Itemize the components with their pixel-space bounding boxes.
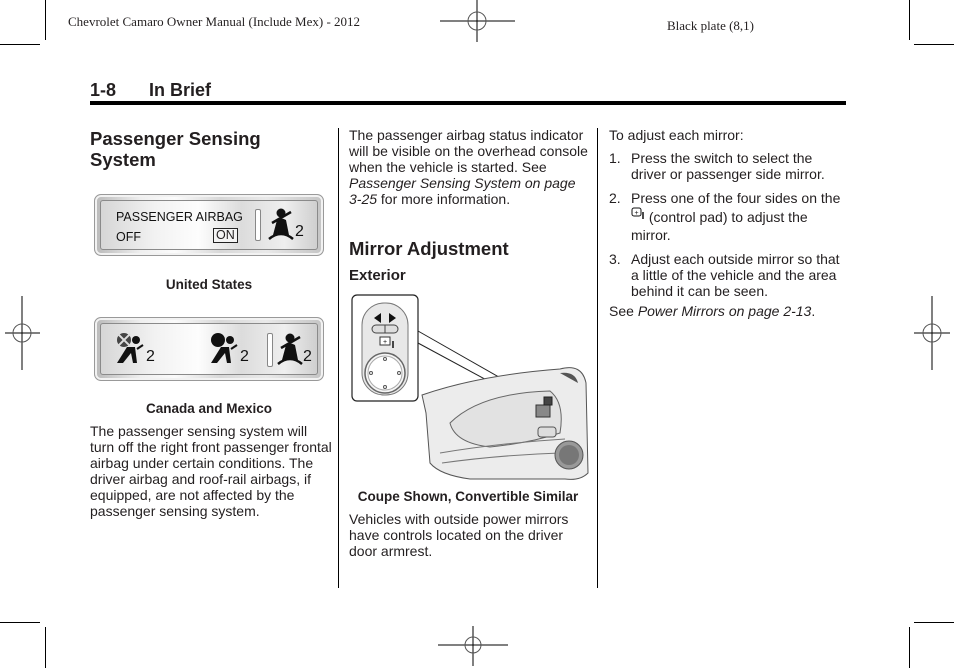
crop-mark [914, 44, 954, 45]
see-power-mirrors: See Power Mirrors on page 2-13. [609, 303, 816, 319]
airbag-status-paragraph: The passenger airbag status indicator wi… [349, 127, 589, 207]
crop-mark [45, 0, 46, 40]
passenger-sensing-body: The passenger sensing system will turn o… [90, 423, 332, 519]
heading-mirror-adjustment: Mirror Adjustment [349, 238, 509, 259]
airbag-indicator-us: PASSENGER AIRBAG OFF ON 2 [94, 194, 324, 256]
airbag-indicator-canada: 2 2 2 [94, 317, 324, 381]
seatbelt-reminder-icon [268, 208, 294, 240]
list-item: 3. Adjust each outside mirror so that a l… [609, 251, 840, 299]
control-pad-icon: + [631, 207, 644, 219]
registration-mark-bottom [438, 626, 508, 666]
caption-united-states: United States [165, 277, 253, 292]
intro-text: The passenger airbag status indicator wi… [349, 127, 588, 175]
heading-passenger-sensing: Passenger Sensing System [90, 128, 261, 170]
intro-text-end: for more information. [377, 191, 511, 207]
list-item: 1. Press the switch to select the driver … [609, 150, 825, 182]
off-label: OFF [116, 230, 141, 244]
power-mirrors-link[interactable]: Power Mirrors on page 2-13 [638, 303, 812, 319]
plate-label: Black plate (8,1) [667, 18, 754, 33]
caption-coupe-shown: Coupe Shown, Convertible Similar [357, 489, 579, 504]
svg-text:+: + [634, 210, 638, 217]
crop-mark [909, 0, 910, 40]
crop-mark [914, 622, 954, 623]
adjust-intro: To adjust each mirror: [609, 127, 744, 143]
seatbelt-reminder-icon [277, 333, 303, 365]
panel-divider [255, 209, 261, 241]
registration-mark-top [440, 0, 515, 42]
crop-mark [0, 622, 40, 623]
crop-mark [0, 44, 40, 45]
subheading-exterior: Exterior [349, 267, 406, 284]
seatbelt-suffix: 2 [303, 348, 312, 365]
registration-mark-right [914, 296, 950, 370]
column-divider [338, 128, 339, 588]
column-divider [597, 128, 598, 588]
section-rule [90, 101, 846, 105]
door-mirror-control-illustration: + [351, 294, 589, 480]
airbag-off-icon [117, 333, 144, 363]
crop-mark [45, 627, 46, 668]
caption-canada-mexico: Canada and Mexico [145, 401, 273, 416]
registration-mark-left [5, 296, 40, 370]
mirror-controls-body: Vehicles with outside power mirrors have… [349, 511, 569, 559]
passenger-airbag-label: PASSENGER AIRBAG [116, 210, 243, 224]
panel-divider [267, 333, 273, 367]
on-label: ON [213, 228, 238, 243]
airbag-off-suffix: 2 [146, 348, 155, 365]
svg-text:+: + [383, 339, 387, 346]
mirror-steps-list: 1. Press the switch to select the driver … [609, 150, 849, 306]
manual-title: Chevrolet Camaro Owner Manual (Include M… [68, 14, 361, 29]
page-number: 1-8 [90, 80, 117, 100]
airbag-on-icon [211, 333, 238, 363]
crop-mark [909, 627, 910, 668]
seatbelt-suffix: 2 [295, 223, 304, 240]
list-item: 2. Press one of the four sides on the + (… [609, 190, 841, 243]
section-title: In Brief [149, 80, 212, 100]
airbag-on-suffix: 2 [240, 348, 249, 365]
